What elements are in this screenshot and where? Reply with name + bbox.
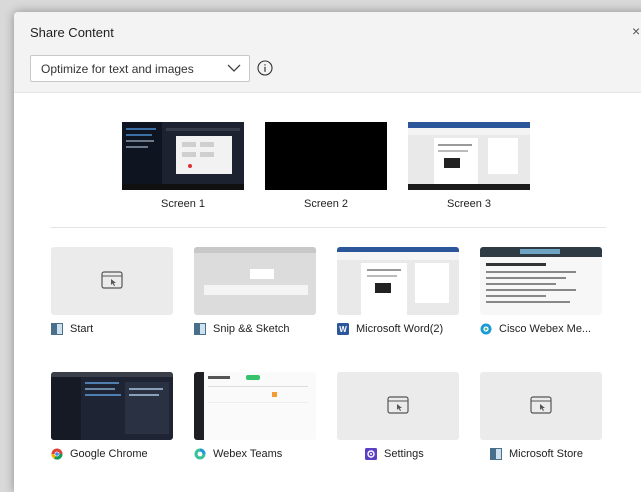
screen-2-thumbnail: [265, 122, 387, 190]
dialog-title: Share Content: [30, 25, 114, 40]
screen-1-thumbnail: [122, 122, 244, 190]
window-icon: [490, 448, 502, 460]
window-icon: [51, 323, 63, 335]
screen-3-thumbnail: [408, 122, 530, 190]
app-label: Cisco Webex Me...: [499, 323, 592, 335]
snip-sketch-thumbnail: [194, 247, 316, 315]
app-label: Microsoft Store: [509, 448, 583, 460]
window-placeholder-icon: [530, 396, 552, 414]
info-icon[interactable]: [257, 60, 273, 76]
screen-1-label: Screen 1: [160, 198, 206, 210]
window-placeholder-icon: [101, 271, 123, 289]
cisco-webex-thumbnail: [480, 247, 602, 315]
webex-teams-thumbnail: [194, 372, 316, 440]
google-chrome-thumbnail: [51, 372, 173, 440]
svg-text:W: W: [339, 325, 347, 334]
section-divider: [51, 227, 606, 228]
webex-icon: [480, 323, 492, 335]
screen-3-label: Screen 3: [446, 198, 492, 210]
app-label: Settings: [384, 448, 424, 460]
share-content-dialog: Share Content × Optimize for text and im…: [14, 12, 641, 492]
share-content-area: Screen 1 Screen 2 Screen 3 Start Snip &&…: [14, 93, 641, 492]
microsoft-store-thumbnail: [480, 372, 602, 440]
dialog-header: Share Content × Optimize for text and im…: [14, 12, 641, 92]
webex-teams-icon: [194, 448, 206, 460]
app-label: Microsoft Word(2): [356, 323, 444, 335]
app-label: Google Chrome: [70, 448, 148, 460]
settings-icon: [365, 448, 377, 460]
window-icon: [194, 323, 206, 335]
chevron-down-icon: [227, 64, 241, 72]
app-label: Start: [70, 323, 94, 335]
screen-2-label: Screen 2: [303, 198, 349, 210]
start-thumbnail: [51, 247, 173, 315]
app-label: Snip && Sketch: [213, 323, 290, 335]
chrome-icon: [51, 448, 63, 460]
word-icon: W: [337, 323, 349, 335]
optimize-dropdown[interactable]: Optimize for text and images: [30, 55, 250, 82]
optimize-dropdown-value: Optimize for text and images: [41, 62, 194, 76]
microsoft-word-thumbnail: [337, 247, 459, 315]
close-icon[interactable]: ×: [632, 23, 640, 39]
app-label: Webex Teams: [213, 448, 283, 460]
settings-thumbnail: [337, 372, 459, 440]
window-placeholder-icon: [387, 396, 409, 414]
